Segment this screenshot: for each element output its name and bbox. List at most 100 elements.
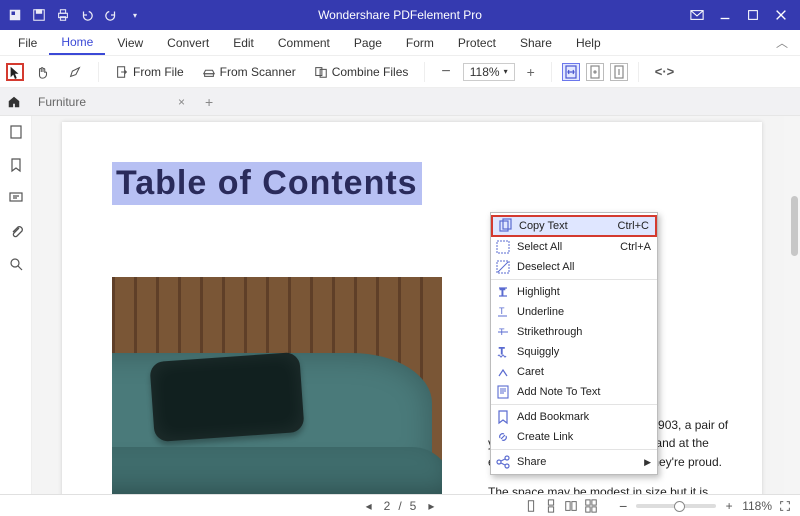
page-prev-button[interactable]: ◂ bbox=[362, 499, 376, 513]
select-all-icon bbox=[495, 239, 511, 255]
sb-two-page-icon[interactable] bbox=[564, 499, 578, 513]
deselect-icon bbox=[495, 259, 511, 275]
tabs-home-icon[interactable] bbox=[0, 95, 28, 109]
window-title: Wondershare PDFelement Pro bbox=[318, 8, 482, 22]
note-icon bbox=[495, 384, 511, 400]
tab-title: Furniture bbox=[38, 95, 86, 109]
scrollbar-thumb[interactable] bbox=[791, 196, 798, 256]
menu-file[interactable]: File bbox=[6, 30, 49, 55]
from-file-button[interactable]: From File bbox=[109, 62, 190, 82]
edit-tool-button[interactable] bbox=[62, 62, 88, 82]
statusbar: ◂ 2 / 5 ▸ − + 118% bbox=[0, 494, 800, 516]
document-canvas[interactable]: Table of Contents xxxxxxxx xxxxxxxxx on … bbox=[32, 116, 784, 494]
bookmarks-panel-icon[interactable] bbox=[8, 157, 24, 176]
close-button[interactable] bbox=[774, 8, 788, 22]
cm-caret[interactable]: Caret bbox=[491, 362, 657, 382]
print-icon[interactable] bbox=[56, 8, 70, 22]
highlight-icon: T bbox=[495, 284, 511, 300]
page-navigator: ◂ 2 / 5 ▸ bbox=[362, 499, 439, 513]
heading-selection[interactable]: Table of Contents bbox=[112, 162, 422, 205]
app-logo-icon bbox=[8, 8, 22, 22]
article-image bbox=[112, 277, 442, 494]
maximize-button[interactable] bbox=[746, 8, 760, 22]
cm-share[interactable]: Share▶ bbox=[491, 452, 657, 472]
sb-zoom-in-button[interactable]: + bbox=[722, 499, 736, 513]
fit-width-button[interactable] bbox=[562, 63, 580, 81]
search-panel-icon[interactable] bbox=[8, 256, 24, 275]
cm-add-note[interactable]: Add Note To Text bbox=[491, 382, 657, 402]
menubar: File Home View Convert Edit Comment Page… bbox=[0, 30, 800, 56]
menu-convert[interactable]: Convert bbox=[155, 30, 221, 55]
share-icon bbox=[495, 454, 511, 470]
fit-page-button[interactable] bbox=[586, 63, 604, 81]
page: Table of Contents xxxxxxxx xxxxxxxxx on … bbox=[62, 122, 762, 494]
page-next-button[interactable]: ▸ bbox=[424, 499, 438, 513]
qat-dropdown-icon[interactable]: ▾ bbox=[128, 8, 142, 22]
menu-form[interactable]: Form bbox=[394, 30, 446, 55]
squiggly-icon: T bbox=[495, 344, 511, 360]
hand-tool-button[interactable] bbox=[30, 62, 56, 82]
from-scanner-button[interactable]: From Scanner bbox=[196, 62, 302, 82]
vertical-scrollbar[interactable] bbox=[784, 116, 800, 494]
link-icon bbox=[495, 429, 511, 445]
bookmark-icon bbox=[495, 409, 511, 425]
sb-single-page-icon[interactable] bbox=[524, 499, 538, 513]
zoom-out-button[interactable]: − bbox=[435, 60, 456, 84]
svg-text:T: T bbox=[499, 306, 505, 316]
submenu-caret-icon: ▶ bbox=[644, 457, 651, 468]
select-tool-button[interactable] bbox=[6, 63, 24, 81]
cm-strikethrough[interactable]: TStrikethrough bbox=[491, 322, 657, 342]
collapse-ribbon-icon[interactable]: ︿ bbox=[770, 34, 794, 51]
attachments-panel-icon[interactable] bbox=[8, 223, 24, 242]
menu-help[interactable]: Help bbox=[564, 30, 613, 55]
mail-icon[interactable] bbox=[690, 8, 704, 22]
menu-page[interactable]: Page bbox=[342, 30, 394, 55]
read-mode-button[interactable]: <·> bbox=[649, 61, 681, 82]
titlebar: ▾ Wondershare PDFelement Pro bbox=[0, 0, 800, 30]
cm-add-bookmark[interactable]: Add Bookmark bbox=[491, 407, 657, 427]
new-tab-button[interactable]: + bbox=[195, 94, 223, 110]
context-menu: Copy Text Ctrl+C Select All Ctrl+A Desel… bbox=[490, 212, 658, 475]
sb-zoom-value: 118% bbox=[742, 499, 772, 513]
sb-zoom-out-button[interactable]: − bbox=[616, 499, 630, 513]
menu-share[interactable]: Share bbox=[508, 30, 564, 55]
actual-size-button[interactable] bbox=[610, 63, 628, 81]
copy-icon bbox=[497, 218, 513, 234]
caret-icon bbox=[495, 364, 511, 380]
redo-icon[interactable] bbox=[104, 8, 118, 22]
menu-view[interactable]: View bbox=[105, 30, 155, 55]
menu-edit[interactable]: Edit bbox=[221, 30, 266, 55]
strikethrough-icon: T bbox=[495, 324, 511, 340]
cm-underline[interactable]: TUnderline bbox=[491, 302, 657, 322]
combine-files-button[interactable]: Combine Files bbox=[308, 62, 415, 82]
page-total: 5 bbox=[410, 499, 417, 513]
page-current: 2 bbox=[384, 499, 391, 513]
thumbnails-panel-icon[interactable] bbox=[8, 124, 24, 143]
zoom-in-button[interactable]: + bbox=[521, 61, 541, 83]
cm-deselect-all[interactable]: Deselect All bbox=[491, 257, 657, 277]
svg-text:T: T bbox=[499, 346, 505, 356]
sb-two-continuous-icon[interactable] bbox=[584, 499, 598, 513]
sb-fullscreen-icon[interactable] bbox=[778, 499, 792, 513]
save-icon[interactable] bbox=[32, 8, 46, 22]
zoom-value-box[interactable]: 118%▾ bbox=[463, 63, 515, 81]
comments-panel-icon[interactable] bbox=[8, 190, 24, 209]
underline-icon: T bbox=[495, 304, 511, 320]
cm-copy-text[interactable]: Copy Text Ctrl+C bbox=[491, 215, 657, 237]
menu-comment[interactable]: Comment bbox=[266, 30, 342, 55]
cm-create-link[interactable]: Create Link bbox=[491, 427, 657, 447]
cm-highlight[interactable]: THighlight bbox=[491, 282, 657, 302]
tab-close-icon[interactable]: × bbox=[178, 95, 185, 109]
undo-icon[interactable] bbox=[80, 8, 94, 22]
document-tab[interactable]: Furniture × bbox=[28, 88, 195, 115]
ribbon: From File From Scanner Combine Files − 1… bbox=[0, 56, 800, 88]
cm-squiggly[interactable]: TSquiggly bbox=[491, 342, 657, 362]
menu-protect[interactable]: Protect bbox=[446, 30, 508, 55]
tabs-bar: Furniture × + bbox=[0, 88, 800, 116]
menu-home[interactable]: Home bbox=[49, 30, 105, 55]
svg-text:T: T bbox=[500, 288, 505, 297]
zoom-slider[interactable] bbox=[636, 504, 716, 508]
minimize-button[interactable] bbox=[718, 8, 732, 22]
sb-continuous-icon[interactable] bbox=[544, 499, 558, 513]
cm-select-all[interactable]: Select All Ctrl+A bbox=[491, 237, 657, 257]
